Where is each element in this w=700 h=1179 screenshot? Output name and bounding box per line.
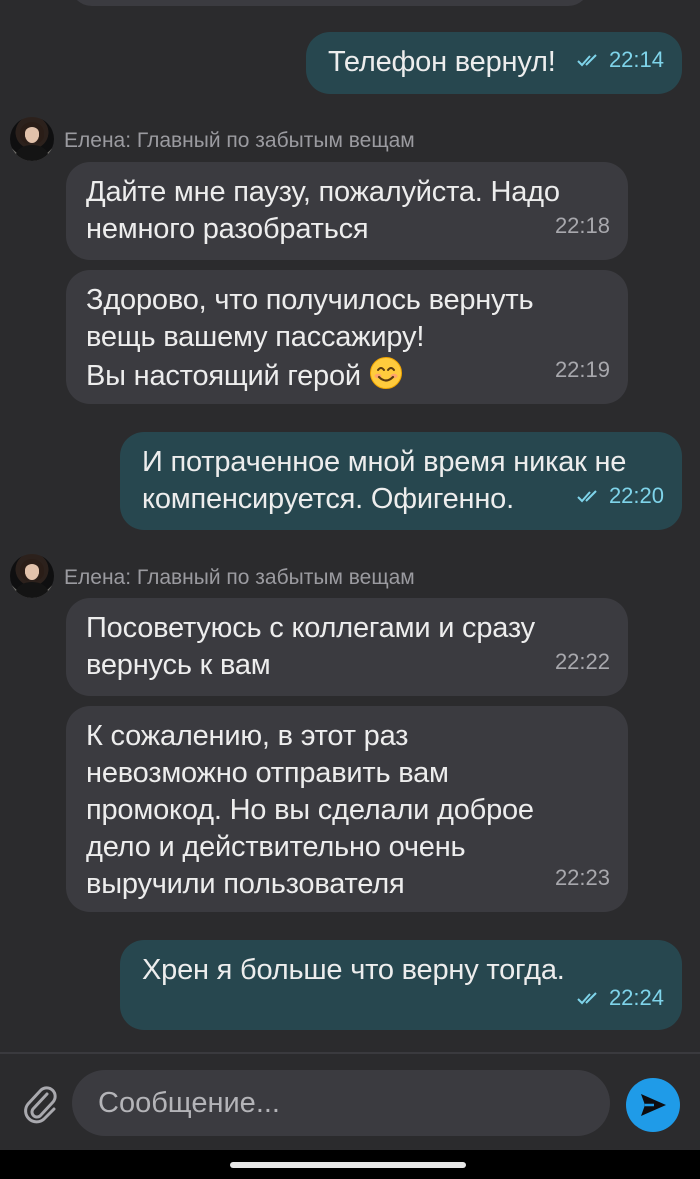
time-label: 22:14 bbox=[608, 47, 664, 72]
avatar[interactable] bbox=[10, 117, 54, 161]
attach-button[interactable] bbox=[20, 1082, 60, 1126]
system-navigation-bar bbox=[0, 1150, 700, 1179]
previous-message-bubble bbox=[70, 0, 590, 6]
incoming-message[interactable]: К сожалению, в этот раз невозможно отпра… bbox=[66, 706, 628, 912]
paperclip-icon bbox=[24, 1086, 57, 1124]
message-text: К сожалению, в этот раз невозможно отпра… bbox=[86, 720, 534, 900]
read-checks-icon bbox=[577, 489, 597, 502]
incoming-message[interactable]: Дайте мне паузу, пожалуйста. Надо немног… bbox=[66, 162, 628, 260]
send-button[interactable] bbox=[626, 1078, 680, 1132]
outgoing-message[interactable]: Телефон вернул! 22:14 bbox=[306, 32, 682, 94]
sender-name: Елена: Главный по забытым вещам bbox=[64, 129, 415, 152]
send-icon bbox=[641, 1094, 666, 1116]
message-time: 22:14 bbox=[577, 41, 664, 78]
read-checks-icon bbox=[577, 53, 597, 66]
incoming-message[interactable]: Здорово, что получилось вернуть вещь ваш… bbox=[66, 270, 628, 404]
message-text: Телефон вернул! bbox=[328, 46, 556, 78]
message-text-block: Здорово, что получилось вернуть вещь ваш… bbox=[86, 282, 534, 395]
message-text: Здорово, что получилось вернуть вещь ваш… bbox=[86, 284, 534, 392]
message-text: Посоветуюсь с коллегами и сразу вернусь … bbox=[86, 612, 535, 681]
outgoing-message[interactable]: Хрен я больше что верну тогда. 22:24 bbox=[120, 940, 682, 1030]
sender-name: Елена: Главный по забытым вещам bbox=[64, 566, 415, 589]
incoming-message[interactable]: Посоветуюсь с коллегами и сразу вернусь … bbox=[66, 598, 628, 696]
message-time: 22:20 bbox=[577, 477, 664, 514]
message-composer bbox=[0, 1054, 700, 1150]
time-label: 22:24 bbox=[608, 985, 664, 1010]
read-checks-icon bbox=[577, 991, 597, 1004]
message-time: 22:22 bbox=[554, 649, 610, 674]
time-label: 22:20 bbox=[608, 483, 664, 508]
message-text: И потраченное мной время никак не компен… bbox=[142, 446, 627, 515]
message-time: 22:19 bbox=[554, 357, 610, 382]
message-text: Хрен я больше что верну тогда. bbox=[142, 954, 565, 986]
message-text: Дайте мне паузу, пожалуйста. Надо немног… bbox=[86, 176, 560, 245]
home-indicator[interactable] bbox=[230, 1162, 466, 1168]
chat-history[interactable]: Телефон вернул! 22:14 Елена: Главный по … bbox=[0, 0, 700, 1052]
smiling-face-icon bbox=[369, 357, 402, 389]
message-time: 22:18 bbox=[554, 213, 610, 238]
message-time: 22:24 bbox=[577, 979, 664, 1016]
message-input[interactable] bbox=[72, 1070, 610, 1136]
avatar[interactable] bbox=[10, 554, 54, 598]
outgoing-message[interactable]: И потраченное мной время никак не компен… bbox=[120, 432, 682, 530]
message-time: 22:23 bbox=[554, 865, 610, 890]
